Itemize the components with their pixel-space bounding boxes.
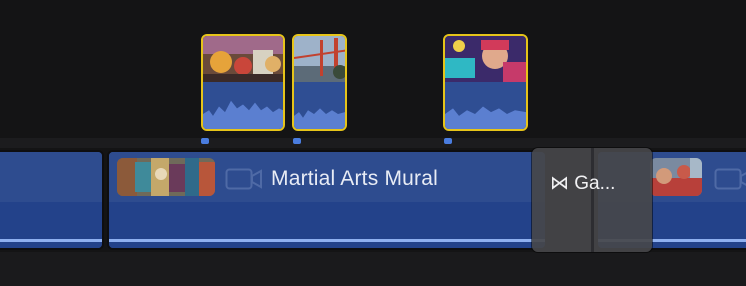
connection-lane: [0, 138, 746, 148]
audio-level-line: [0, 239, 102, 242]
connection-marker: [293, 138, 301, 144]
timeline-empty-area: [0, 252, 746, 286]
clip-title: Martial Arts Mural: [271, 167, 438, 190]
transition-label: ⋈ Ga...: [550, 173, 616, 194]
connected-clip[interactable]: [292, 34, 347, 131]
transition[interactable]: ⋈ Ga...: [532, 148, 652, 252]
video-camera-icon: [714, 168, 746, 190]
connection-marker: [201, 138, 209, 144]
connected-clip[interactable]: [201, 34, 285, 131]
clip-thumbnail: [117, 158, 215, 196]
transition-edit-point: [591, 148, 594, 252]
audio-waveform: [445, 82, 526, 129]
primary-clip[interactable]: [0, 150, 104, 250]
audio-level-line: [109, 239, 545, 242]
clip-thumbnail: [294, 36, 345, 82]
timeline[interactable]: Martial Arts Mural ⋈ Ga...: [0, 0, 746, 286]
clip-video-band: [0, 152, 102, 202]
primary-clip-martial-arts-mural[interactable]: Martial Arts Mural: [107, 150, 547, 250]
audio-waveform: [294, 82, 345, 129]
clip-thumbnail: [650, 158, 702, 196]
clip-thumbnail: [445, 36, 526, 82]
video-camera-icon: [225, 168, 262, 190]
connection-marker: [444, 138, 452, 144]
connected-clip[interactable]: [443, 34, 528, 131]
clip-thumbnail: [203, 36, 283, 82]
audio-waveform: [203, 82, 283, 129]
